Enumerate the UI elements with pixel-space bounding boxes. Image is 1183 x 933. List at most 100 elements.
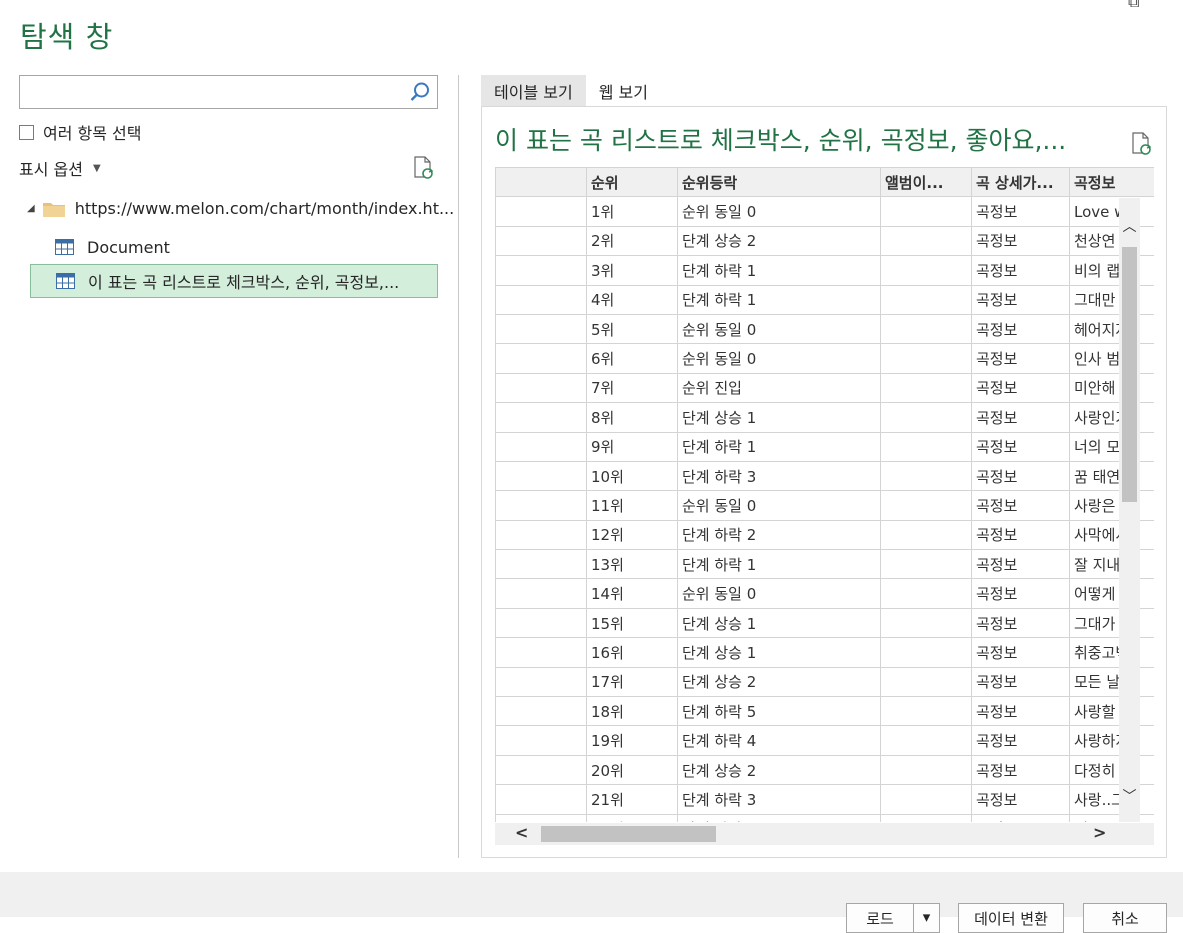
table-cell[interactable] bbox=[880, 431, 972, 462]
table-row[interactable]: 16위 단계 상승 1 곡정보 취중고백 bbox=[495, 637, 1154, 668]
table-cell[interactable]: 단계 상승 2 bbox=[677, 666, 881, 698]
table-cell[interactable]: 단계 상승 2 bbox=[677, 754, 881, 786]
refresh-icon[interactable] bbox=[412, 155, 436, 181]
table-row[interactable]: 15위 단계 상승 1 곡정보 그대가 내 bbox=[495, 607, 1154, 639]
column-header[interactable]: 앨범이... bbox=[880, 167, 972, 198]
table-cell[interactable]: 곡정보 bbox=[971, 255, 1070, 286]
table-cell[interactable]: 사랑하지 bbox=[1069, 725, 1154, 756]
scroll-up-icon[interactable]: ︿ bbox=[1119, 216, 1140, 236]
table-cell[interactable]: 꿈 태연 bbox=[1069, 460, 1154, 492]
table-cell[interactable] bbox=[880, 549, 972, 580]
table-row[interactable]: 14위 순위 동일 0 곡정보 어떻게 0 bbox=[495, 578, 1154, 609]
table-cell[interactable]: 그대가 내 bbox=[1069, 607, 1154, 639]
table-cell[interactable]: 미안해 미 bbox=[1069, 372, 1154, 404]
table-cell[interactable]: 해 bbox=[1069, 813, 1154, 822]
column-header[interactable] bbox=[495, 167, 587, 198]
table-cell[interactable]: 다정히 내 bbox=[1069, 754, 1154, 786]
table-cell[interactable]: 사랑..그 bbox=[1069, 784, 1154, 815]
table-cell[interactable]: 단계 상승 1 bbox=[677, 637, 881, 668]
table-cell[interactable] bbox=[495, 313, 587, 345]
table-cell[interactable] bbox=[880, 313, 972, 345]
table-cell[interactable]: 단계 하락 2 bbox=[677, 519, 881, 551]
table-cell[interactable]: 14위 bbox=[586, 578, 678, 609]
table-cell[interactable] bbox=[880, 666, 972, 698]
table-cell[interactable]: 곡정보 bbox=[971, 372, 1070, 404]
column-header[interactable]: 순위등락 bbox=[677, 167, 881, 198]
table-cell[interactable] bbox=[495, 725, 587, 756]
table-cell[interactable] bbox=[880, 725, 972, 756]
column-header[interactable]: 곡정보 bbox=[1069, 167, 1154, 198]
tree-root-node[interactable]: ◢ https://www.melon.com/chart/month/inde… bbox=[27, 199, 454, 218]
table-cell[interactable] bbox=[880, 607, 972, 639]
column-header[interactable]: 순위 bbox=[586, 167, 678, 198]
table-cell[interactable] bbox=[880, 519, 972, 551]
table-cell[interactable] bbox=[880, 696, 972, 727]
cancel-button[interactable]: 취소 bbox=[1083, 903, 1167, 933]
table-cell[interactable] bbox=[495, 578, 587, 609]
table-cell[interactable] bbox=[880, 578, 972, 609]
table-cell[interactable]: 곡정보 bbox=[971, 666, 1070, 698]
table-row[interactable]: 10위 단계 하락 3 곡정보 꿈 태연 bbox=[495, 460, 1154, 492]
table-cell[interactable]: 곡정보 bbox=[971, 637, 1070, 668]
table-cell[interactable]: Love win bbox=[1069, 196, 1154, 227]
table-cell[interactable]: 단계 하락 1 bbox=[677, 284, 881, 315]
table-cell[interactable] bbox=[880, 255, 972, 286]
table-row[interactable]: 19위 단계 하락 4 곡정보 사랑하지 bbox=[495, 725, 1154, 756]
table-cell[interactable]: 곡정보 bbox=[971, 578, 1070, 609]
load-button[interactable]: 로드 bbox=[846, 903, 914, 933]
table-row[interactable]: 3위 단계 하락 1 곡정보 비의 랩소 bbox=[495, 255, 1154, 286]
table-cell[interactable]: 그대만 있 bbox=[1069, 284, 1154, 315]
table-row[interactable]: 12위 단계 하락 2 곡정보 사막에서 bbox=[495, 519, 1154, 551]
refresh-icon[interactable] bbox=[1130, 131, 1154, 157]
table-cell[interactable]: 단계 상승 2 bbox=[677, 225, 881, 257]
table-cell[interactable] bbox=[880, 196, 972, 227]
table-cell[interactable] bbox=[495, 549, 587, 580]
tab-table-view[interactable]: 테이블 보기 bbox=[481, 75, 586, 107]
table-cell[interactable] bbox=[495, 519, 587, 551]
table-row[interactable]: 20위 단계 상승 2 곡정보 다정히 내 bbox=[495, 754, 1154, 786]
table-row[interactable]: 13위 단계 하락 1 곡정보 잘 지내자 bbox=[495, 549, 1154, 580]
table-cell[interactable]: 5위 bbox=[586, 313, 678, 345]
table-cell[interactable]: 19위 bbox=[586, 725, 678, 756]
table-cell[interactable]: 순위 진입 bbox=[677, 372, 881, 404]
scroll-down-icon[interactable]: ﹀ bbox=[1119, 786, 1140, 806]
search-box[interactable] bbox=[19, 75, 438, 109]
table-row[interactable]: 8위 단계 상승 1 곡정보 사랑인가 bbox=[495, 402, 1154, 433]
table-cell[interactable] bbox=[880, 813, 972, 822]
table-cell[interactable]: 곡정보 bbox=[971, 607, 1070, 639]
vertical-scrollbar[interactable]: ︿ ﹀ bbox=[1119, 198, 1140, 822]
table-cell[interactable]: 순위 동일 0 bbox=[677, 490, 881, 521]
table-cell[interactable]: 곡정보 bbox=[971, 225, 1070, 257]
table-cell[interactable]: 단계 상승 1 bbox=[677, 402, 881, 433]
table-row[interactable]: 18위 단계 하락 5 곡정보 사랑할 수 bbox=[495, 696, 1154, 727]
scroll-left-icon[interactable]: < bbox=[515, 823, 528, 842]
table-cell[interactable]: 어떻게 0 bbox=[1069, 578, 1154, 609]
table-cell[interactable] bbox=[495, 431, 587, 462]
table-row[interactable]: 7위 순위 진입 곡정보 미안해 미 bbox=[495, 372, 1154, 404]
table-cell[interactable] bbox=[495, 637, 587, 668]
load-dropdown-button[interactable]: ▾ bbox=[913, 903, 940, 933]
table-cell[interactable]: 3위 bbox=[586, 255, 678, 286]
data-grid[interactable]: 순위 순위등락 앨범이... 곡 상세가... 곡정보 1위 순위 동일 0 곡정보… bbox=[495, 167, 1154, 822]
table-cell[interactable]: 순위 동일 0 bbox=[677, 313, 881, 345]
tree-item-document[interactable]: Document bbox=[30, 230, 438, 264]
table-cell[interactable]: 사랑인가 bbox=[1069, 402, 1154, 433]
table-cell[interactable]: 곡정보 bbox=[971, 284, 1070, 315]
table-cell[interactable]: 곡정보 bbox=[971, 431, 1070, 462]
table-cell[interactable]: 단계 하락 4 bbox=[677, 725, 881, 756]
vertical-scroll-thumb[interactable] bbox=[1122, 247, 1137, 502]
table-cell[interactable] bbox=[880, 637, 972, 668]
table-cell[interactable]: 곡정보 bbox=[971, 460, 1070, 492]
table-row[interactable]: 11위 순위 동일 0 곡정보 사랑은 늘 bbox=[495, 490, 1154, 521]
table-cell[interactable]: 22위 bbox=[586, 813, 678, 822]
table-cell[interactable]: 단계 하락 1 bbox=[677, 431, 881, 462]
transform-data-button[interactable]: 데이터 변환 bbox=[958, 903, 1064, 933]
table-cell[interactable]: 7위 bbox=[586, 372, 678, 404]
table-cell[interactable]: 순위 동일 0 bbox=[677, 578, 881, 609]
table-cell[interactable]: 순위 동일 0 bbox=[677, 196, 881, 227]
table-cell[interactable]: 단계 하락 1 bbox=[677, 549, 881, 580]
table-cell[interactable] bbox=[880, 784, 972, 815]
table-cell[interactable]: 단계 상승 1 bbox=[677, 607, 881, 639]
table-cell[interactable]: 1위 bbox=[586, 196, 678, 227]
horizontal-scrollbar[interactable]: < > bbox=[495, 823, 1154, 845]
